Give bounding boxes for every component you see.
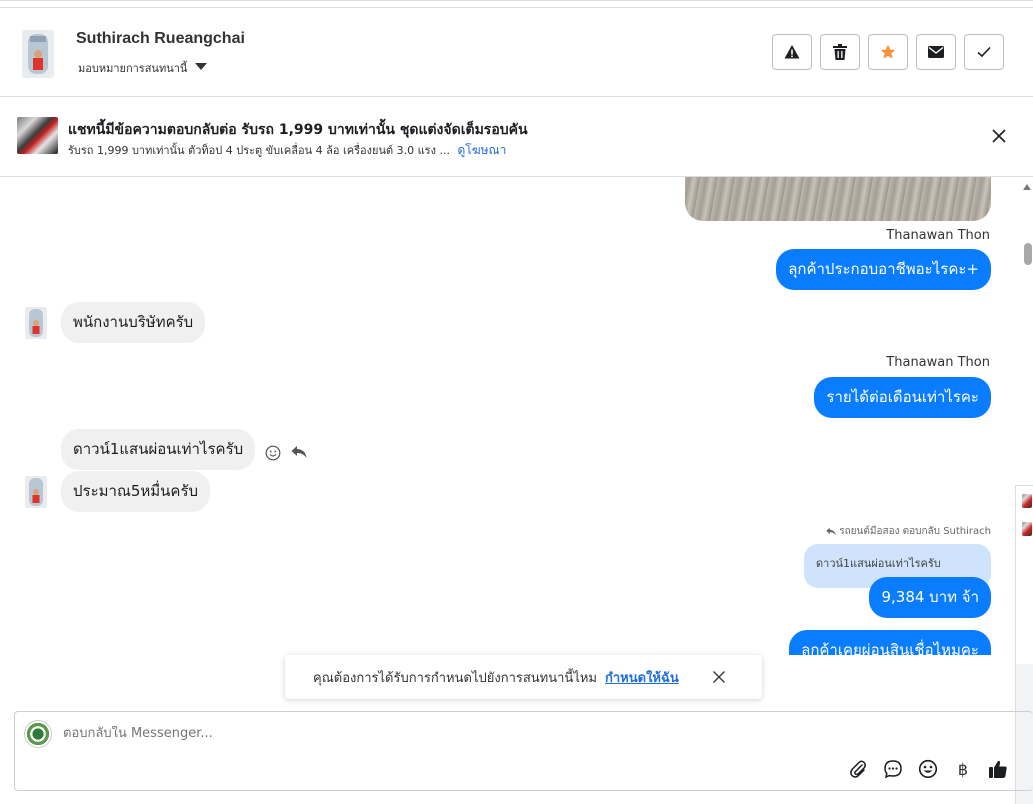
conversation-thumbnail[interactable] bbox=[1022, 522, 1032, 536]
reply-note: รถยนต์มือสอง ตอบกลับ Suthirach bbox=[826, 524, 991, 539]
message-composer: ฿ bbox=[14, 711, 1033, 791]
close-icon[interactable] bbox=[989, 126, 1009, 146]
payment-button[interactable]: ฿ bbox=[952, 758, 974, 780]
contact-avatar[interactable] bbox=[22, 30, 54, 78]
outgoing-message[interactable]: รายได้ต่อเดือนเท่าไรคะ bbox=[814, 377, 991, 418]
outgoing-message[interactable]: ลุกค้าประกอบอาชีพอะไรคะ+ bbox=[776, 249, 991, 290]
assign-toast: คุณต้องการได้รับการกำหนดไปยังการสนทนานี้… bbox=[285, 655, 762, 699]
paperclip-icon bbox=[850, 760, 866, 778]
messenger-inbox: Suthirach Rueangchai มอบหมายการสนทนานี้ bbox=[0, 0, 1033, 804]
sender-name: Thanawan Thon bbox=[886, 355, 990, 370]
assign-conversation-dropdown[interactable]: มอบหมายการสนทนานี้ bbox=[78, 59, 208, 77]
composer-actions: ฿ bbox=[847, 758, 1009, 780]
outgoing-message[interactable]: ลูกค้าเคยผ่อนสินเชื่อไหมคะ bbox=[789, 630, 991, 655]
message-tools bbox=[265, 445, 307, 461]
scroll-up-arrow[interactable] bbox=[1023, 184, 1031, 190]
trash-icon bbox=[833, 44, 847, 60]
incoming-message[interactable]: พนักงานบริษัทครับ bbox=[61, 302, 206, 343]
check-icon bbox=[977, 46, 991, 58]
baht-icon: ฿ bbox=[957, 759, 969, 779]
reply-note-text: รถยนต์มือสอง ตอบกลับ Suthirach bbox=[839, 526, 991, 537]
emoji-icon bbox=[918, 759, 938, 779]
thumbs-up-icon bbox=[989, 760, 1007, 778]
warning-icon bbox=[784, 45, 800, 59]
attach-button[interactable] bbox=[847, 758, 869, 780]
mail-icon bbox=[928, 46, 944, 58]
mark-unread-button[interactable] bbox=[916, 34, 956, 70]
delete-button[interactable] bbox=[820, 34, 860, 70]
ad-context-banner: แชทนี้มีข้อความตอบกลับต่อ รับรถ 1,999 บา… bbox=[0, 98, 1033, 177]
emoji-button[interactable] bbox=[917, 758, 939, 780]
reply-arrow-icon bbox=[826, 527, 836, 536]
scrollbar-thumb[interactable] bbox=[1024, 243, 1032, 265]
outgoing-message[interactable]: 9,384 บาท จ้า bbox=[869, 577, 991, 618]
star-button[interactable] bbox=[868, 34, 908, 70]
assign-to-me-link[interactable]: กำหนดให้ฉัน bbox=[605, 667, 679, 688]
message-thread[interactable]: Thanawan Thon ลุกค้าประกอบอาชีพอะไรคะ+ พ… bbox=[0, 177, 1018, 655]
mark-spam-button[interactable] bbox=[772, 34, 812, 70]
contact-avatar-small bbox=[25, 476, 47, 508]
page-avatar bbox=[24, 720, 52, 748]
conversation-thumbnail[interactable] bbox=[1022, 494, 1032, 508]
caret-down-icon bbox=[195, 63, 208, 70]
reply-input[interactable] bbox=[63, 726, 663, 741]
reply-arrow-icon[interactable] bbox=[291, 445, 307, 459]
ad-thumbnail[interactable] bbox=[17, 117, 58, 154]
saved-replies-button[interactable] bbox=[882, 758, 904, 780]
ad-title: แชทนี้มีข้อความตอบกลับต่อ รับรถ 1,999 บา… bbox=[68, 122, 528, 138]
view-ad-link[interactable]: ดูโฆษณา bbox=[457, 143, 506, 157]
sender-name: Thanawan Thon bbox=[886, 228, 990, 243]
ad-description-text: รับรถ 1,999 บาทเท่านั้น ตัวท็อป 4 ประตู … bbox=[68, 144, 450, 157]
star-icon bbox=[880, 44, 896, 59]
contact-name: Suthirach Rueangchai bbox=[76, 30, 245, 47]
incoming-message[interactable]: ดาวน์1แสนผ่อนเท่าไรครับ bbox=[61, 429, 256, 470]
mark-done-button[interactable] bbox=[964, 34, 1004, 70]
close-icon[interactable] bbox=[712, 670, 726, 684]
toast-text: คุณต้องการได้รับการกำหนดไปยังการสนทนานี้… bbox=[313, 670, 597, 686]
assign-label: มอบหมายการสนทนานี้ bbox=[78, 62, 188, 75]
like-button[interactable] bbox=[987, 758, 1009, 780]
react-smiley-icon[interactable] bbox=[265, 445, 281, 461]
image-attachment[interactable] bbox=[685, 177, 991, 221]
header-actions bbox=[772, 34, 1004, 70]
contact-avatar-small bbox=[25, 307, 47, 339]
chat-bubble-icon bbox=[884, 760, 902, 779]
incoming-message[interactable]: ประมาณ5หมื่นครับ bbox=[61, 471, 211, 512]
ad-description: รับรถ 1,999 บาทเท่านั้น ตัวท็อป 4 ประตู … bbox=[68, 141, 506, 160]
conversation-header: Suthirach Rueangchai มอบหมายการสนทนานี้ bbox=[0, 7, 1033, 97]
